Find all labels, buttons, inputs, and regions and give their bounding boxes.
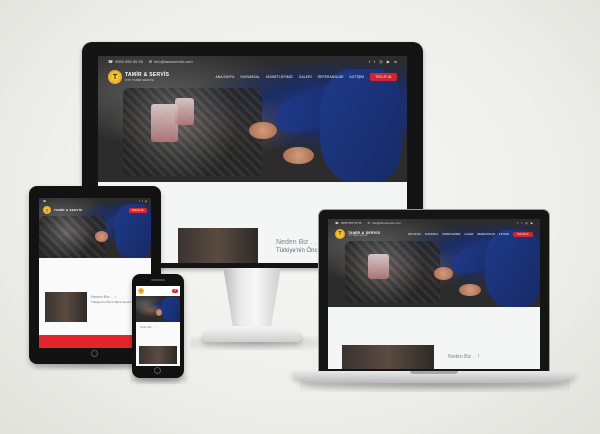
tablet-twitter-icon[interactable]: t — [142, 200, 143, 203]
tablet-logo-badge: T — [43, 206, 51, 214]
phone-logo-badge: T — [138, 288, 144, 294]
laptop-nav-menu: ANA SAYFA KURUMSAL HİZMETLERİMİZ GALERİ … — [408, 231, 533, 237]
laptop-nav-item-services[interactable]: HİZMETLERİMİZ — [442, 233, 460, 236]
site-logo[interactable]: T TAMİR & SERVİS OTO TAMİR SERVİSİ — [108, 70, 169, 84]
laptop-logo-badge: T — [335, 229, 345, 239]
workshop-image — [178, 228, 258, 263]
laptop-nav-item-contact[interactable]: İLETİŞİM — [499, 233, 509, 236]
logo-badge: T — [108, 70, 122, 84]
phone-workshop-image — [139, 346, 177, 364]
laptop-site-preview: ☎ 0555 555 55 55 ✉ info@tamirservis.com … — [328, 219, 540, 369]
tablet-instagram-icon[interactable]: ◎ — [145, 200, 147, 203]
laptop-opening-notch — [410, 371, 458, 374]
tablet-logo[interactable]: T TAMİR & SERVİS — [43, 206, 82, 214]
tablet-cta-button[interactable]: TEKLİF AL — [128, 207, 147, 213]
laptop-why-title: Neden Biz . . ! — [448, 354, 480, 360]
laptop-logo[interactable]: T TAMİR & SERVİS OTO TAMİR SERVİSİ — [335, 229, 380, 239]
laptop-nav-item-home[interactable]: ANA SAYFA — [408, 233, 421, 236]
tablet-facebook-icon[interactable]: f — [139, 200, 140, 203]
phone-info[interactable]: ☎ 0555 555 55 55 — [108, 59, 143, 64]
top-bar: ☎ 0555 555 55 55 ✉ info@tamirservis.com … — [98, 56, 407, 66]
hero-banner: ☎ 0555 555 55 55 ✉ info@tamirservis.com … — [98, 56, 407, 182]
tablet-phone-info[interactable]: ☎ — [43, 200, 46, 203]
phone-menu-button[interactable]: ☰ — [172, 289, 178, 293]
phone-site-preview: T ☰ Neden Biz . . ! — [136, 286, 180, 366]
phone-why-title: Neden Biz . . ! — [140, 326, 156, 329]
youtube-icon[interactable]: ▶ — [387, 59, 390, 64]
tablet-logo-title: TAMİR & SERVİS — [54, 208, 83, 212]
phone-why-us-section: Neden Biz . . ! — [140, 326, 178, 329]
facebook-icon[interactable]: f — [369, 59, 370, 64]
laptop-nav-item-gallery[interactable]: GALERİ — [464, 233, 473, 236]
laptop-facebook-icon[interactable]: f — [517, 221, 518, 225]
laptop-why-us-section: Neden Biz . . ! — [448, 354, 479, 360]
logo-subtitle: OTO TAMİR SERVİSİ — [125, 78, 154, 82]
nav-item-corporate[interactable]: KURUMSAL — [240, 75, 259, 79]
laptop-workshop-image — [342, 345, 434, 369]
linkedin-icon[interactable]: in — [394, 59, 397, 64]
phone-device: T ☰ Neden Biz . . ! — [132, 274, 184, 378]
laptop-logo-subtitle: OTO TAMİR SERVİSİ — [348, 235, 368, 237]
nav-item-home[interactable]: ANA SAYFA — [215, 75, 234, 79]
laptop-screen: ☎ 0555 555 55 55 ✉ info@tamirservis.com … — [318, 209, 550, 372]
laptop-nav-item-corporate[interactable]: KURUMSAL — [425, 233, 438, 236]
laptop-twitter-icon[interactable]: t — [521, 221, 522, 225]
nav-item-contact[interactable]: İLETİŞİM — [349, 75, 364, 79]
tablet-workshop-image — [45, 292, 87, 322]
nav-item-services[interactable]: HİZMETLERİMİZ — [266, 75, 293, 79]
phone-home-button — [154, 367, 161, 374]
phone-header: T ☰ — [136, 286, 180, 296]
nav-item-gallery[interactable]: GALERİ — [299, 75, 312, 79]
main-navbar: T TAMİR & SERVİS OTO TAMİR SERVİSİ ANA S… — [98, 69, 407, 85]
laptop-youtube-icon[interactable]: ▶ — [531, 221, 533, 225]
nav-item-references[interactable]: REFERANSLAR — [318, 75, 344, 79]
laptop-nav-item-references[interactable]: REFERANSLAR — [477, 233, 495, 236]
tablet-hero-banner: ☎ f t ◎ T TAMİR & SERVİS TEKLİF AL — [39, 198, 151, 258]
phone-hero-banner — [136, 296, 180, 322]
monitor-stand-neck — [223, 268, 281, 326]
laptop-instagram-icon[interactable]: ◎ — [525, 221, 528, 225]
twitter-icon[interactable]: t — [374, 59, 375, 64]
tablet-home-button — [91, 350, 98, 357]
laptop-hero-banner: ☎ 0555 555 55 55 ✉ info@tamirservis.com … — [328, 219, 540, 307]
instagram-icon[interactable]: ◎ — [379, 59, 383, 64]
nav-menu: ANA SAYFA KURUMSAL HİZMETLERİMİZ GALERİ … — [215, 73, 397, 81]
laptop-email-info[interactable]: ✉ info@tamirservis.com — [368, 221, 401, 225]
phone-speaker — [151, 279, 165, 281]
cta-button[interactable]: TEKLİF AL — [370, 73, 397, 81]
laptop-phone-info[interactable]: ☎ 0555 555 55 55 — [335, 221, 362, 225]
email-info[interactable]: ✉ info@tamirservis.com — [149, 59, 193, 64]
monitor-stand-base — [202, 326, 302, 342]
laptop-cta-button[interactable]: TEKLİF AL — [512, 231, 533, 237]
